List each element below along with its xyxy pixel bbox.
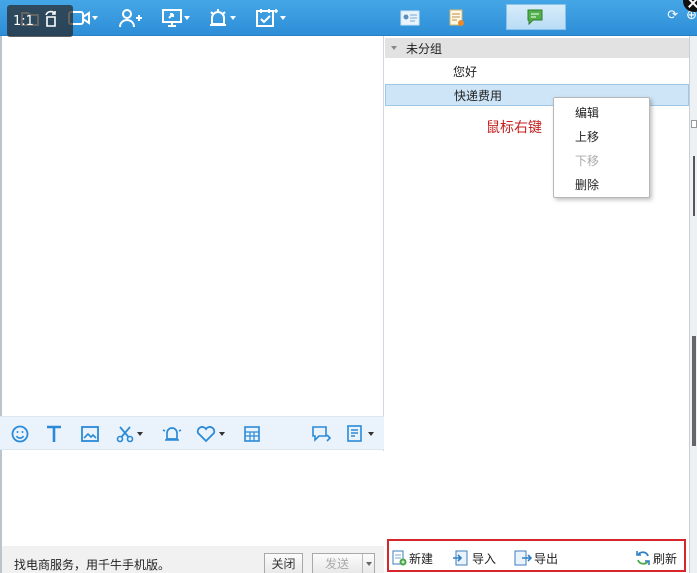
edge-tab	[691, 120, 697, 128]
shake-icon	[162, 427, 182, 441]
top-toolbar: ⟳ ⊕	[0, 0, 697, 36]
refresh-icon[interactable]: ⟳	[667, 8, 678, 23]
font-icon	[47, 425, 61, 442]
refresh-icon	[636, 551, 650, 565]
quick-phrases-panel: 未分组 您好 快递费用 鼠标右键 编辑 上移 下移 删除 新建 导入 导出 刷新	[385, 36, 689, 573]
phrase-group-header[interactable]: 未分组	[385, 38, 689, 58]
calendar-add-icon	[256, 9, 278, 27]
document-button[interactable]	[347, 424, 374, 444]
smiley-icon	[11, 425, 29, 443]
emoji-button[interactable]	[11, 424, 29, 444]
chevron-down-icon	[280, 16, 286, 20]
input-toolbar	[0, 416, 384, 450]
favorite-button[interactable]	[196, 424, 225, 444]
tab-contact-card[interactable]	[398, 5, 422, 31]
send-button[interactable]: 发送	[312, 553, 375, 573]
export-icon	[514, 550, 532, 566]
zoom-label: 1:1	[13, 13, 34, 29]
heart-icon	[196, 426, 216, 443]
screenshot-button[interactable]	[116, 424, 143, 444]
doc-icon	[347, 425, 362, 442]
font-button[interactable]	[46, 424, 62, 444]
calculator-button[interactable]	[244, 424, 260, 444]
close-button[interactable]: 关闭	[264, 553, 303, 573]
menu-item-move-down: 下移	[575, 154, 600, 168]
new-label: 新建	[409, 551, 434, 566]
image-icon	[81, 426, 99, 442]
add-contact-icon	[119, 9, 142, 28]
import-button[interactable]: 导入	[452, 548, 496, 568]
chevron-down-icon	[368, 432, 374, 436]
import-label: 导入	[472, 551, 497, 566]
image-button[interactable]	[81, 424, 99, 444]
edge-marker	[693, 156, 695, 216]
chevron-down-icon	[92, 16, 98, 20]
screen-share-icon	[162, 9, 182, 27]
contact-card-icon	[400, 10, 420, 26]
promo-text: 找电商服务，用千牛手机版。	[14, 558, 171, 572]
shake-button[interactable]	[161, 424, 183, 444]
chevron-down-icon	[230, 16, 236, 20]
screen-share-button[interactable]	[162, 4, 190, 32]
message-input[interactable]	[2, 451, 384, 546]
menu-item-move-up[interactable]: 上移	[575, 128, 599, 145]
chevron-down-icon	[219, 432, 225, 436]
send-options-chevron[interactable]	[362, 554, 374, 573]
chat-history-button[interactable]	[311, 424, 333, 444]
export-button[interactable]: 导出	[514, 548, 558, 568]
menu-item-edit[interactable]: 编辑	[575, 104, 599, 121]
right-click-annotation: 鼠标右键	[486, 120, 542, 136]
alarm-button[interactable]	[208, 4, 236, 32]
context-menu: 编辑 上移 下移 删除	[553, 97, 650, 198]
tab-quick-phrases[interactable]	[506, 4, 566, 30]
send-label: 发送	[325, 557, 350, 571]
notes-icon	[449, 9, 464, 26]
group-name: 未分组	[406, 41, 443, 56]
alarm-icon	[210, 9, 226, 26]
calendar-button[interactable]	[256, 4, 286, 32]
rotate-icon[interactable]	[42, 10, 60, 32]
refresh-label: 刷新	[653, 551, 678, 566]
add-contact-button[interactable]	[118, 4, 142, 32]
phrase-text: 快递费用	[454, 88, 503, 103]
scissors-icon	[116, 426, 134, 443]
chevron-down-icon	[184, 16, 190, 20]
collapse-arrow-icon	[391, 46, 397, 50]
tab-notes[interactable]	[446, 5, 468, 31]
quick-phrases-icon	[527, 9, 543, 25]
new-doc-icon	[392, 550, 407, 566]
zoom-badge[interactable]: 1:1	[7, 5, 73, 37]
grid-icon	[244, 426, 260, 442]
phrase-item[interactable]: 您好	[385, 60, 689, 82]
new-phrase-button[interactable]: 新建	[391, 548, 433, 568]
import-icon	[453, 550, 468, 566]
menu-item-delete[interactable]: 删除	[575, 176, 599, 193]
export-label: 导出	[534, 551, 559, 566]
right-scroll-edge[interactable]	[689, 36, 697, 573]
edge-slider	[692, 336, 696, 446]
refresh-button[interactable]: 刷新	[635, 548, 677, 568]
phrase-text: 您好	[453, 64, 478, 79]
chevron-down-icon	[137, 432, 143, 436]
chat-history-icon	[312, 426, 332, 442]
